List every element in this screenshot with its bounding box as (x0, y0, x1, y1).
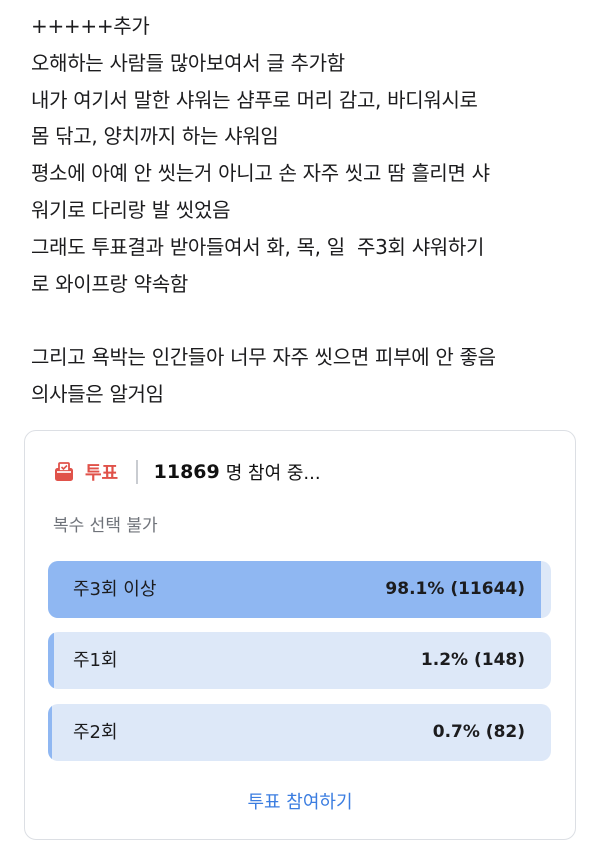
post-line: 로 와이프랑 약속함 (31, 271, 188, 296)
post-line: 의사들은 알거임 (31, 381, 164, 406)
poll-option[interactable]: 주3회 이상 98.1% (11644) (48, 561, 551, 618)
poll-option-label: 주2회 (73, 722, 118, 743)
post-line: 워기로 다리랑 발 씻었음 (31, 197, 231, 222)
poll-selection-note: 복수 선택 불가 (53, 516, 158, 536)
participant-count-suffix: 명 참여 중... (225, 463, 321, 484)
poll-option-result: 1.2% (148) (420, 650, 525, 670)
poll-option-label: 주1회 (73, 650, 118, 671)
post-line: 오해하는 사람들 많아보여서 글 추가함 (31, 50, 345, 75)
poll-option-bar (48, 632, 55, 689)
poll-option-result: 98.1% (11644) (385, 579, 525, 599)
post-body: +++++추가 오해하는 사람들 많아보여서 글 추가함 내가 여기서 말한 샤… (31, 8, 581, 413)
poll-option[interactable]: 주1회 1.2% (148) (48, 632, 551, 689)
poll-option-label: 주3회 이상 (73, 579, 157, 600)
post-line: 평소에 아예 안 씻는거 아니고 손 자주 씻고 땀 흘리면 샤 (31, 161, 490, 186)
poll-header: 투표 11869 명 참여 중... (53, 457, 321, 487)
post-line: 그리고 욕박는 인간들아 너무 자주 씻으면 피부에 안 좋음 (31, 345, 496, 370)
join-poll-button[interactable]: 투표 참여하기 (25, 788, 575, 814)
poll-option[interactable]: 주2회 0.7% (82) (48, 704, 551, 761)
post-line: 내가 여기서 말한 샤워는 샴푸로 머리 감고, 바디워시로 (31, 87, 478, 112)
divider (136, 460, 138, 484)
poll-tag: 투표 (85, 463, 119, 484)
ballot-box-icon (53, 461, 75, 483)
post-line: +++++추가 (31, 14, 150, 38)
participant-count: 11869 (153, 461, 220, 483)
post-line-blank (31, 302, 581, 339)
poll-card: 투표 11869 명 참여 중... 복수 선택 불가 주3회 이상 98.1%… (24, 430, 576, 840)
post-line: 그래도 투표결과 받아들여서 화, 목, 일 주3회 샤워하기 (31, 234, 485, 259)
poll-option-result: 0.7% (82) (432, 722, 525, 742)
post-line: 몸 닦고, 양치까지 하는 샤워임 (31, 124, 279, 149)
poll-option-bar (48, 704, 52, 761)
